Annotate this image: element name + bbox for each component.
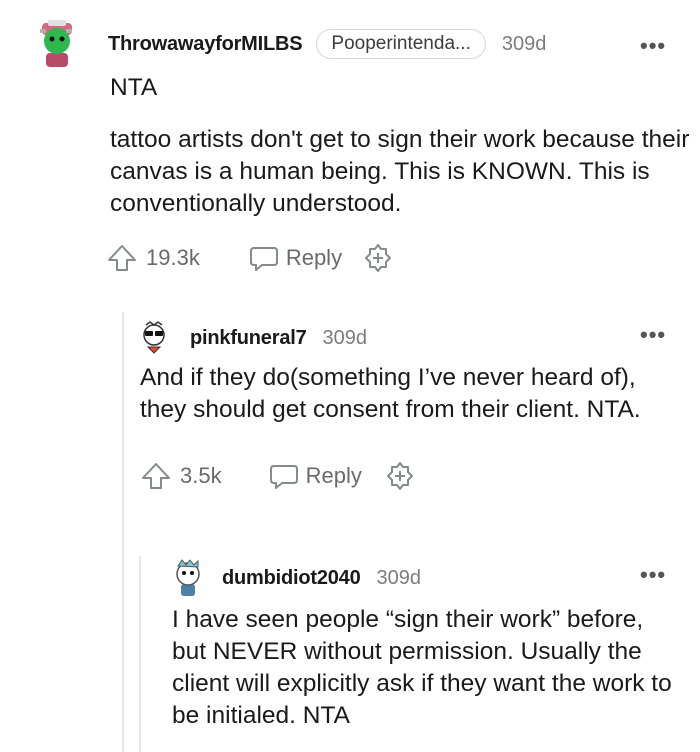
award-icon: [386, 462, 413, 490]
award-button[interactable]: [362, 242, 394, 274]
comment-header: ThrowawayforMILBS Pooperintenda... 309d: [34, 20, 694, 67]
comment-paragraph: NTA: [110, 74, 158, 101]
comment-header: dumbidiot2040 309d: [172, 558, 694, 598]
upvote-button[interactable]: 19.3k: [106, 242, 200, 274]
comment-paragraph: And if they do(something I’ve never hear…: [140, 364, 641, 423]
comment-header: pinkfuneral7 309d: [140, 318, 694, 358]
award-icon: [365, 244, 392, 272]
comment-paragraph: tattoo artists don't get to sign their w…: [110, 126, 690, 217]
vote-count: 3.5k: [180, 463, 222, 488]
avatar[interactable]: [140, 321, 168, 355]
more-options-icon[interactable]: •••: [640, 324, 666, 346]
award-button[interactable]: [384, 460, 416, 492]
reply-button[interactable]: Reply: [268, 460, 362, 492]
user-flair: Pooperintenda...: [316, 29, 486, 59]
comment-actions: 3.5k Reply: [140, 456, 694, 496]
comment-body: And if they do(something I’ve never hear…: [140, 362, 670, 426]
comment-age: 309d: [501, 32, 547, 55]
comment-paragraph: I have seen people “sign their work” bef…: [172, 606, 672, 729]
reply-label: Reply: [305, 463, 362, 488]
reply-label: Reply: [285, 245, 343, 270]
vote-count: 19.3k: [146, 245, 200, 270]
reply-icon: [269, 465, 298, 489]
comment-body: I have seen people “sign their work” bef…: [172, 604, 682, 732]
snoo-avatar-icon: [176, 559, 200, 596]
reply-button[interactable]: Reply: [248, 242, 342, 274]
comment-dumbidiot2040: dumbidiot2040 309d ••• I have seen peopl…: [172, 558, 694, 732]
upvote-icon: [108, 245, 136, 271]
username[interactable]: ThrowawayforMILBS: [108, 33, 303, 56]
more-options-icon[interactable]: •••: [640, 35, 666, 57]
snoo-avatar-icon: [143, 321, 165, 354]
comment-actions: 19.3k Reply: [106, 238, 694, 278]
snoo-avatar-icon: [40, 20, 72, 67]
comment-age: 309d: [376, 566, 422, 589]
more-options-icon[interactable]: •••: [640, 564, 666, 586]
comment-age: 309d: [322, 326, 368, 349]
comment-pinkfuneral7: pinkfuneral7 309d ••• And if they do(som…: [140, 318, 694, 496]
username[interactable]: pinkfuneral7: [190, 327, 307, 350]
reply-icon: [249, 247, 278, 271]
avatar[interactable]: [172, 558, 204, 598]
username[interactable]: dumbidiot2040: [222, 567, 361, 590]
thread-line-level-1[interactable]: [122, 312, 124, 752]
comment-throwawayformilbs: ThrowawayforMILBS Pooperintenda... 309d …: [34, 20, 694, 278]
upvote-icon: [142, 463, 170, 489]
thread-line-level-2[interactable]: [139, 556, 141, 752]
comment-body: NTA tattoo artists don't get to sign the…: [110, 72, 694, 220]
avatar[interactable]: [34, 19, 78, 69]
upvote-button[interactable]: 3.5k: [140, 460, 222, 492]
